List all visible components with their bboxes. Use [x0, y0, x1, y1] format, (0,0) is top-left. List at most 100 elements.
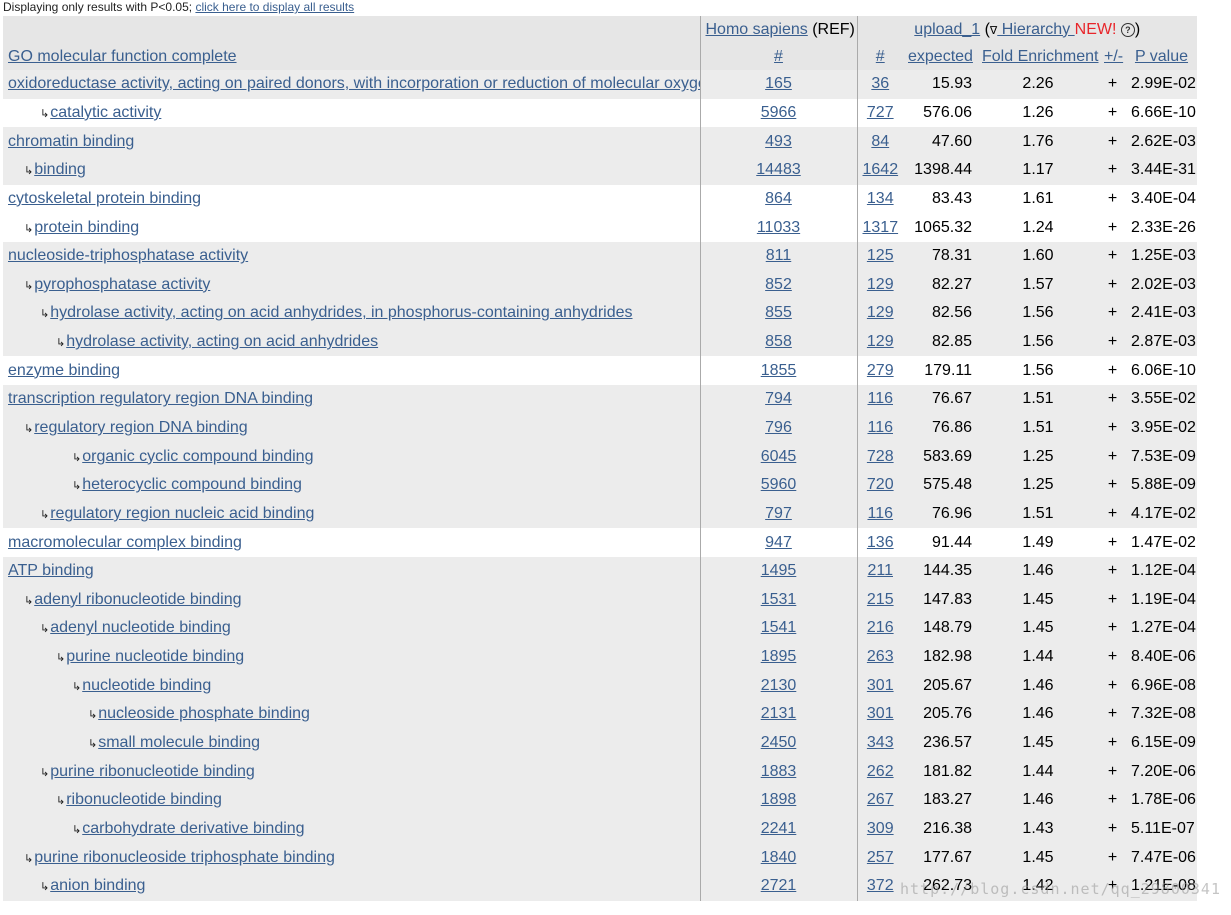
count-link[interactable]: 343 — [867, 734, 894, 751]
count-link[interactable]: 727 — [867, 104, 894, 121]
ref-count-link[interactable]: 797 — [765, 505, 792, 522]
ref-count-link[interactable]: 6045 — [761, 448, 797, 465]
help-icon[interactable]: ? — [1120, 22, 1135, 37]
ref-count-link[interactable]: 1495 — [761, 562, 797, 579]
count-link[interactable]: 257 — [867, 849, 894, 866]
ref-count-link[interactable]: 14483 — [756, 161, 801, 178]
ref-count-link[interactable]: 858 — [765, 333, 792, 350]
ref-count-link[interactable]: 794 — [765, 390, 792, 407]
count-link[interactable]: 134 — [867, 190, 894, 207]
go-term-sort-link[interactable]: GO molecular function complete — [8, 48, 237, 65]
ref-count-link[interactable]: 2450 — [761, 734, 797, 751]
go-term-link[interactable]: purine nucleotide binding — [66, 648, 244, 665]
ref-count-link[interactable]: 1541 — [761, 619, 797, 636]
count-link[interactable]: 129 — [867, 333, 894, 350]
go-term-link[interactable]: carbohydrate derivative binding — [82, 820, 304, 837]
go-term-link[interactable]: enzyme binding — [8, 362, 120, 379]
count-link[interactable]: 116 — [867, 505, 893, 522]
count-sort-link[interactable]: # — [876, 48, 885, 65]
count-link[interactable]: 1317 — [863, 219, 899, 236]
go-term-link[interactable]: binding — [34, 161, 86, 178]
count-link[interactable]: 125 — [867, 247, 894, 264]
count-link[interactable]: 279 — [867, 362, 894, 379]
ref-count-link[interactable]: 11033 — [757, 219, 800, 236]
count-link[interactable]: 262 — [867, 763, 894, 780]
ref-count-link[interactable]: 165 — [765, 75, 792, 92]
ref-count-link[interactable]: 947 — [765, 534, 792, 551]
count-link[interactable]: 1642 — [863, 161, 899, 178]
ref-count-link[interactable]: 5960 — [761, 476, 797, 493]
ref-count-link[interactable]: 1840 — [761, 849, 797, 866]
ref-count-link[interactable]: 811 — [766, 247, 792, 264]
go-term-link[interactable]: cytoskeletal protein binding — [8, 190, 201, 207]
ref-count-link[interactable]: 852 — [765, 276, 792, 293]
count-link[interactable]: 728 — [867, 448, 894, 465]
go-term-link[interactable]: small molecule binding — [98, 734, 260, 751]
ref-count-sort-link[interactable]: # — [774, 48, 783, 65]
go-term-link[interactable]: heterocyclic compound binding — [82, 476, 302, 493]
go-term-link[interactable]: pyrophosphatase activity — [34, 276, 210, 293]
ref-count-link[interactable]: 864 — [765, 190, 792, 207]
ref-count-link[interactable]: 1898 — [761, 791, 797, 808]
ref-count-link[interactable]: 1883 — [761, 763, 797, 780]
go-term-link[interactable]: macromolecular complex binding — [8, 534, 242, 551]
ref-count-link[interactable]: 2130 — [761, 677, 797, 694]
count-link[interactable]: 215 — [867, 591, 894, 608]
go-term-link[interactable]: nucleoside-triphosphatase activity — [8, 247, 248, 264]
ref-count-link[interactable]: 796 — [765, 419, 792, 436]
go-term-link[interactable]: catalytic activity — [50, 104, 161, 121]
count-link[interactable]: 309 — [867, 820, 894, 837]
go-term-link[interactable]: purine ribonucleoside triphosphate bindi… — [34, 849, 335, 866]
go-term-link[interactable]: nucleotide binding — [82, 677, 211, 694]
go-term-link[interactable]: regulatory region nucleic acid binding — [50, 505, 314, 522]
ref-count-link[interactable]: 1531 — [761, 591, 797, 608]
expected-sort-link[interactable]: expected — [908, 48, 973, 65]
go-term-link[interactable]: hydrolase activity, acting on acid anhyd… — [66, 333, 378, 350]
ref-count-link[interactable]: 855 — [765, 304, 792, 321]
go-term-link[interactable]: organic cyclic compound binding — [82, 448, 313, 465]
count-link[interactable]: 129 — [867, 276, 894, 293]
child-arrow-icon: ↳ — [40, 766, 50, 779]
direction-sort-link[interactable]: +/- — [1104, 48, 1123, 65]
ref-count-link[interactable]: 493 — [765, 133, 792, 150]
go-term-link[interactable]: oxidoreductase activity, acting on paire… — [8, 75, 700, 92]
count-link[interactable]: 116 — [867, 419, 893, 436]
go-term-link[interactable]: transcription regulatory region DNA bind… — [8, 390, 313, 407]
go-term-link[interactable]: regulatory region DNA binding — [34, 419, 247, 436]
ref-count-link[interactable]: 2241 — [761, 820, 797, 837]
upload-list-link[interactable]: upload_1 — [914, 21, 980, 38]
count-link[interactable]: 116 — [867, 390, 893, 407]
ref-count-link[interactable]: 1895 — [761, 648, 797, 665]
go-term-link[interactable]: ribonucleotide binding — [66, 791, 222, 808]
count-link[interactable]: 36 — [871, 75, 889, 92]
count-link[interactable]: 216 — [867, 619, 894, 636]
ref-count-link[interactable]: 1855 — [761, 362, 797, 379]
count-link[interactable]: 129 — [867, 304, 894, 321]
reference-species-link[interactable]: Homo sapiens — [706, 21, 808, 38]
go-term-link[interactable]: nucleoside phosphate binding — [98, 705, 310, 722]
ref-count-link[interactable]: 5966 — [761, 104, 797, 121]
ref-count-link[interactable]: 2131 — [761, 705, 797, 722]
count-link[interactable]: 263 — [867, 648, 894, 665]
go-term-link[interactable]: ATP binding — [8, 562, 94, 579]
count-link[interactable]: 301 — [867, 677, 894, 694]
ref-count-link[interactable]: 2721 — [761, 877, 797, 894]
go-term-link[interactable]: adenyl ribonucleotide binding — [34, 591, 241, 608]
count-link[interactable]: 267 — [867, 791, 894, 808]
count-link[interactable]: 301 — [867, 705, 894, 722]
go-term-link[interactable]: purine ribonucleotide binding — [50, 763, 255, 780]
go-term-link[interactable]: anion binding — [50, 877, 145, 894]
go-term-link[interactable]: hydrolase activity, acting on acid anhyd… — [50, 304, 632, 321]
fold-enrichment-sort-link[interactable]: Fold Enrichment — [982, 48, 1099, 65]
hierarchy-link[interactable]: Hierarchy — [997, 21, 1074, 38]
pvalue-sort-link[interactable]: P value — [1135, 48, 1188, 65]
count-link[interactable]: 136 — [867, 534, 894, 551]
go-term-link[interactable]: protein binding — [34, 219, 139, 236]
count-link[interactable]: 372 — [867, 877, 894, 894]
count-link[interactable]: 84 — [871, 133, 889, 150]
count-link[interactable]: 720 — [867, 476, 894, 493]
count-link[interactable]: 211 — [867, 562, 893, 579]
show-all-results-link[interactable]: click here to display all results — [195, 0, 354, 14]
go-term-link[interactable]: chromatin binding — [8, 133, 134, 150]
go-term-link[interactable]: adenyl nucleotide binding — [50, 619, 231, 636]
